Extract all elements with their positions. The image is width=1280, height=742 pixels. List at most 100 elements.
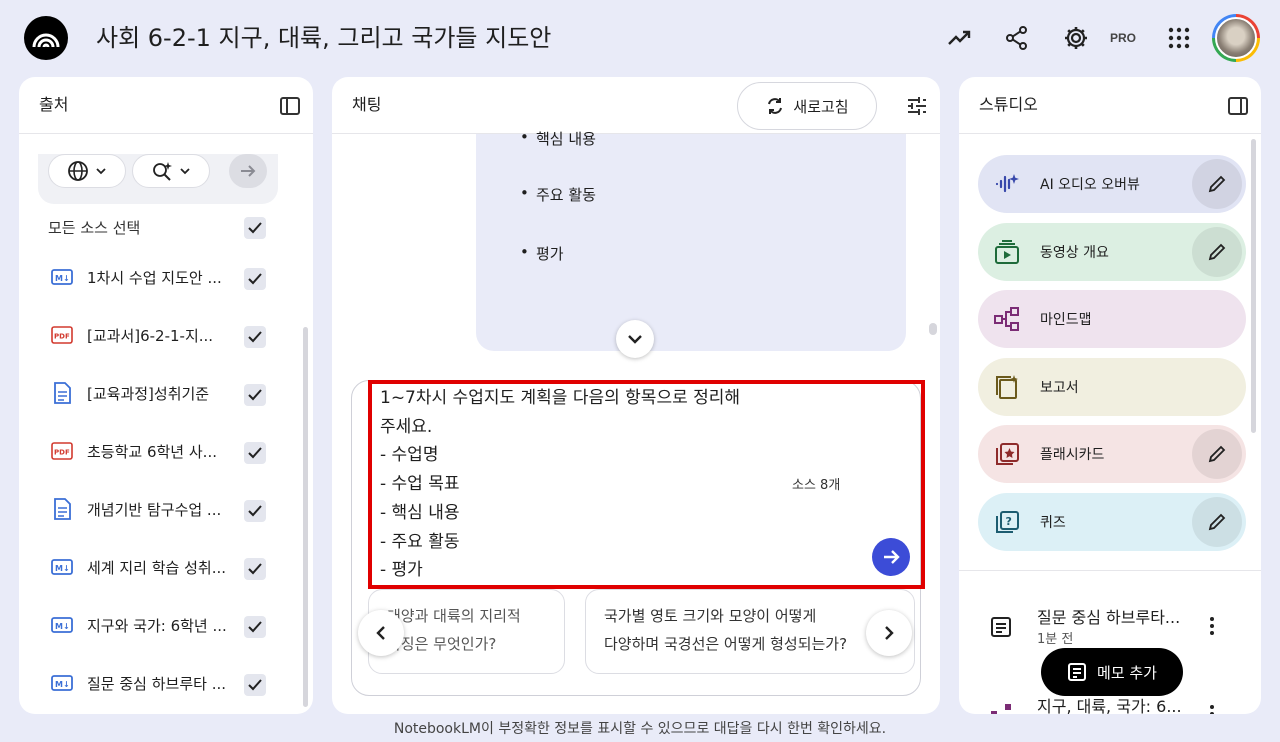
chat-scrollbar[interactable] bbox=[929, 323, 937, 335]
scroll-down-button[interactable] bbox=[616, 320, 654, 358]
chat-settings-icon[interactable] bbox=[906, 95, 928, 117]
source-checkbox[interactable] bbox=[244, 500, 266, 522]
source-search-box bbox=[38, 154, 278, 204]
suggestion-next-button[interactable] bbox=[866, 610, 912, 656]
audio-overview-icon bbox=[994, 171, 1020, 197]
note-icon bbox=[1068, 663, 1087, 681]
settings-icon[interactable] bbox=[1063, 25, 1089, 51]
source-search-submit[interactable] bbox=[229, 154, 267, 188]
studio-tile-report[interactable]: 보고서 bbox=[978, 357, 1246, 416]
edit-button[interactable] bbox=[1192, 429, 1242, 479]
report-icon bbox=[994, 374, 1020, 400]
search-mode-select[interactable] bbox=[132, 154, 210, 188]
studio-divider bbox=[959, 570, 1261, 571]
apps-grid-icon[interactable] bbox=[1166, 25, 1192, 51]
source-item[interactable]: [교육과정]성취기준 bbox=[19, 366, 313, 424]
studio-scrollbar[interactable] bbox=[1251, 139, 1256, 433]
pdf-file-icon: PDF bbox=[51, 440, 73, 462]
source-checkbox[interactable] bbox=[244, 326, 266, 348]
edit-button[interactable] bbox=[1192, 226, 1242, 277]
check-icon bbox=[248, 505, 262, 517]
source-checkbox[interactable] bbox=[244, 616, 266, 638]
source-checkbox[interactable] bbox=[244, 268, 266, 290]
refresh-button[interactable]: 새로고침 bbox=[737, 82, 877, 130]
source-label: 1차시 수업 지도안 ... bbox=[87, 269, 222, 287]
avatar[interactable] bbox=[1212, 14, 1260, 62]
source-item[interactable]: PDF [교과서]6-2-1-지... bbox=[19, 308, 313, 366]
svg-text:?: ? bbox=[1006, 515, 1012, 528]
suggestion-prev-button[interactable] bbox=[358, 610, 404, 656]
chevron-down-icon bbox=[180, 168, 190, 175]
source-label: 세계 지리 학습 성취... bbox=[87, 559, 227, 577]
note-time: 1분 전 bbox=[1037, 632, 1074, 647]
check-icon bbox=[248, 621, 262, 633]
sparkle-search-icon bbox=[153, 162, 172, 181]
note-title: 질문 중심 하브루타... bbox=[1037, 608, 1181, 627]
collapse-panel-icon[interactable] bbox=[1227, 95, 1249, 117]
source-checkbox[interactable] bbox=[244, 558, 266, 580]
edit-button[interactable] bbox=[1192, 159, 1242, 209]
source-label: 질문 중심 하브루타 ... bbox=[87, 675, 227, 693]
studio-tile-audio-overview[interactable]: AI 오디오 오버뷰 bbox=[978, 155, 1246, 213]
analytics-icon[interactable] bbox=[947, 25, 973, 51]
more-vert-icon[interactable] bbox=[1208, 704, 1216, 714]
chevron-right-icon bbox=[885, 626, 894, 640]
studio-tile-video-overview[interactable]: 동영상 개요 bbox=[978, 222, 1246, 281]
document-file-icon bbox=[51, 498, 73, 520]
edit-button[interactable] bbox=[1192, 496, 1242, 547]
markdown-file-icon: M↓ bbox=[51, 672, 73, 694]
markdown-file-icon: M↓ bbox=[51, 556, 73, 578]
check-icon bbox=[248, 389, 262, 401]
source-count: 소스 8개 bbox=[792, 478, 841, 493]
more-vert-icon[interactable] bbox=[1208, 616, 1216, 636]
check-icon bbox=[248, 331, 262, 343]
arrow-right-icon bbox=[241, 165, 256, 177]
source-checkbox[interactable] bbox=[244, 442, 266, 464]
studio-tile-mindmap[interactable]: 마인드맵 bbox=[978, 290, 1246, 348]
source-item[interactable]: 개념기반 탐구수업 ... bbox=[19, 482, 313, 540]
send-button[interactable] bbox=[872, 538, 910, 576]
add-note-button[interactable]: 메모 추가 bbox=[1041, 648, 1183, 696]
studio-tile-label: AI 오디오 오버뷰 bbox=[1040, 177, 1140, 193]
mindmap-icon bbox=[991, 704, 1011, 714]
chat-input[interactable]: 1~7차시 수업지도 계획을 다음의 항목으로 정리해 주세요. - 수업명 -… bbox=[380, 384, 740, 585]
source-checkbox[interactable] bbox=[244, 384, 266, 406]
share-icon[interactable] bbox=[1004, 25, 1030, 51]
source-checkbox[interactable] bbox=[244, 674, 266, 696]
source-item[interactable]: PDF 초등학교 6학년 사... bbox=[19, 424, 313, 482]
sources-scrollbar[interactable] bbox=[303, 327, 308, 707]
web-source-select[interactable] bbox=[48, 154, 126, 188]
source-item[interactable]: M↓ 지구와 국가: 6학년 ... bbox=[19, 598, 313, 656]
studio-tile-flashcards[interactable]: 플래시카드 bbox=[978, 425, 1246, 483]
document-file-icon bbox=[51, 382, 73, 404]
svg-text:M↓: M↓ bbox=[55, 274, 70, 283]
notebooklm-logo[interactable] bbox=[24, 16, 68, 60]
select-all-checkbox[interactable] bbox=[244, 217, 266, 239]
globe-icon bbox=[68, 161, 88, 181]
studio-tile-label: 동영상 개요 bbox=[1040, 244, 1109, 261]
bubble-item: 주요 활동 bbox=[520, 184, 596, 205]
svg-text:M↓: M↓ bbox=[55, 622, 70, 631]
studio-title: 스튜디오 bbox=[979, 95, 1038, 114]
check-icon bbox=[248, 679, 262, 691]
chevron-down-icon bbox=[628, 335, 642, 344]
studio-header: 스튜디오 bbox=[959, 77, 1261, 134]
pencil-icon bbox=[1208, 175, 1226, 193]
source-label: 지구와 국가: 6학년 ... bbox=[87, 617, 227, 635]
pro-badge: PRO bbox=[1109, 31, 1136, 45]
svg-text:M↓: M↓ bbox=[55, 680, 70, 689]
source-label: 초등학교 6학년 사... bbox=[87, 443, 217, 461]
source-item[interactable]: M↓ 세계 지리 학습 성취... bbox=[19, 540, 313, 598]
source-item[interactable]: M↓ 1차시 수업 지도안 ... bbox=[19, 250, 313, 308]
collapse-panel-icon[interactable] bbox=[279, 95, 301, 117]
note-item[interactable]: 지구, 대륙, 국가: 6... bbox=[959, 693, 1261, 714]
page-title[interactable]: 사회 6-2-1 지구, 대륙, 그리고 국가들 지도안 bbox=[96, 22, 551, 54]
svg-text:M↓: M↓ bbox=[55, 564, 70, 573]
svg-text:PDF: PDF bbox=[54, 449, 70, 457]
source-item[interactable]: M↓ 질문 중심 하브루타 ... bbox=[19, 656, 313, 714]
video-overview-icon bbox=[994, 239, 1020, 265]
response-bubble: 핵심 내용 주요 활동 평가 bbox=[476, 128, 906, 351]
bubble-item: 평가 bbox=[520, 243, 563, 264]
pencil-icon bbox=[1208, 243, 1226, 260]
studio-tile-quiz[interactable]: ? 퀴즈 bbox=[978, 492, 1246, 551]
